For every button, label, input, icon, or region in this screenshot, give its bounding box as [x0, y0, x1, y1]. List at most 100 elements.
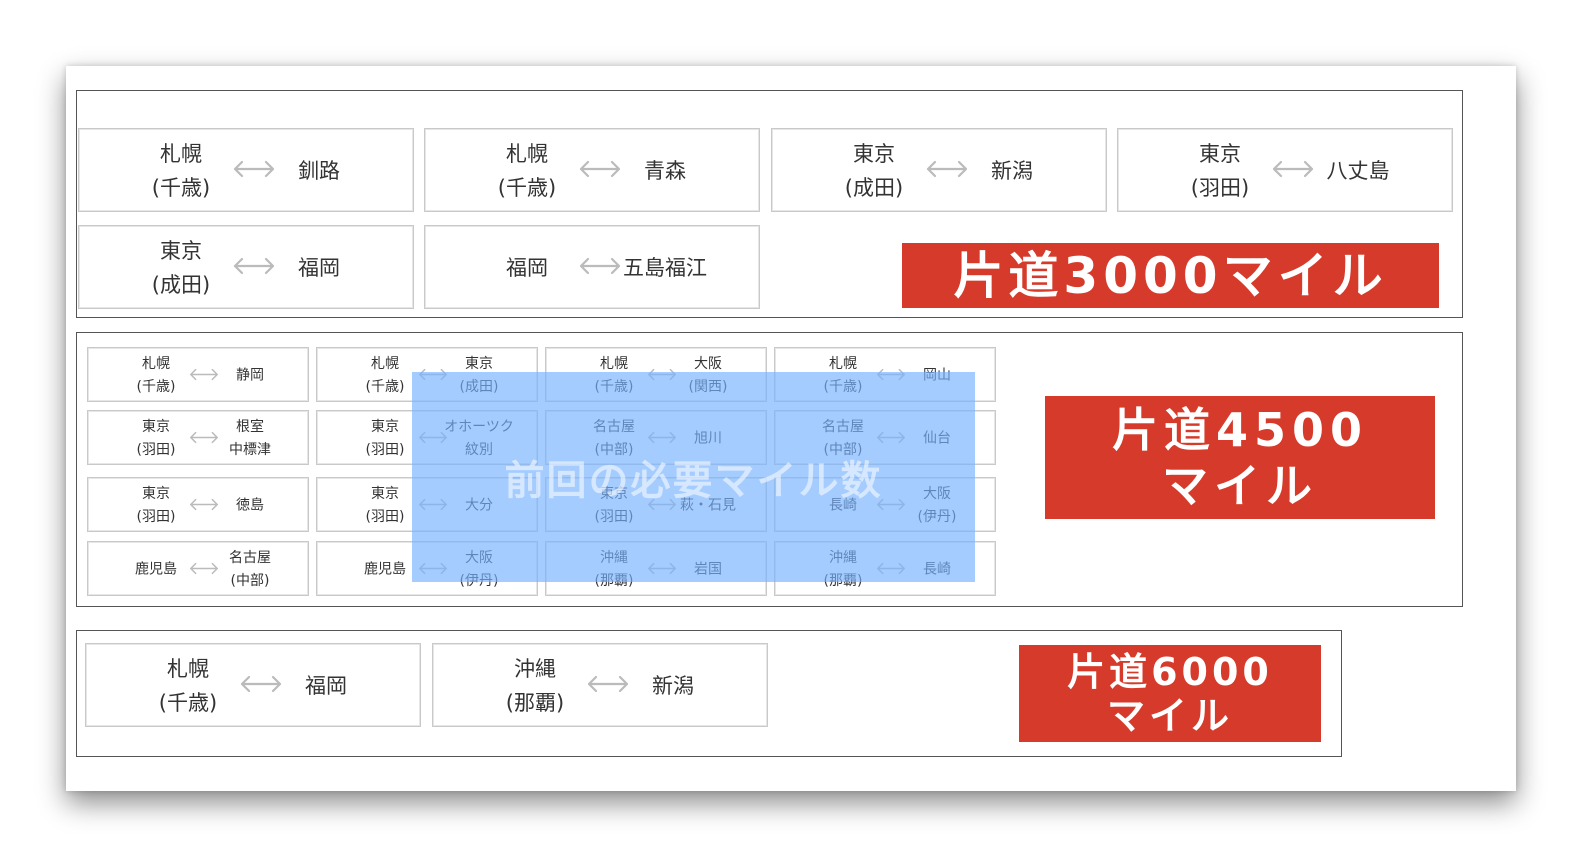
- route-origin-name: 札幌: [159, 142, 202, 166]
- overlay-label: 前回の必要マイル数: [504, 458, 883, 504]
- route-destination: 青森: [644, 154, 686, 188]
- route-destination: 八丈島: [1327, 154, 1390, 188]
- route-destination: 福岡: [305, 669, 347, 703]
- route-origin-airport: (成田): [151, 273, 211, 297]
- route-card: 東京 (羽田) 徳島: [87, 477, 309, 532]
- route-origin: 東京 (羽田): [137, 416, 176, 462]
- route-origin: 東京 (成田): [152, 234, 210, 302]
- route-origin-airport: (羽田): [365, 441, 405, 458]
- route-origin-name: 東京: [852, 142, 895, 166]
- double-arrow-icon: [188, 429, 220, 448]
- route-origin-name: 札幌: [142, 355, 170, 372]
- route-card: 札幌 (千歳) 釧路: [78, 128, 414, 212]
- route-origin-name: 福岡: [506, 256, 548, 280]
- route-origin-name: 札幌: [166, 657, 209, 681]
- route-origin-name: 東京: [142, 485, 170, 502]
- double-arrow-icon: [577, 159, 623, 183]
- route-origin: 鹿児島: [364, 558, 406, 581]
- route-destination-name: 名古屋: [229, 549, 271, 566]
- banner-4500-line2: マイル: [1162, 458, 1318, 513]
- banner-6000-line1: 片道6000: [1067, 649, 1273, 694]
- route-destination-name: 青森: [644, 159, 686, 183]
- route-origin: 東京 (成田): [845, 137, 903, 205]
- route-origin-name: 鹿児島: [364, 561, 406, 577]
- banner-4500: 片道4500 マイル: [1045, 396, 1435, 519]
- route-origin-airport: (千歳): [497, 176, 557, 200]
- route-destination-name: 新潟: [652, 674, 694, 698]
- route-destination: 新潟: [652, 669, 694, 703]
- banner-6000-text: 片道6000 マイル: [1019, 650, 1321, 738]
- route-origin-name: 東京: [1198, 142, 1241, 166]
- double-arrow-icon: [585, 674, 631, 698]
- route-origin: 東京 (羽田): [366, 483, 405, 529]
- route-origin-name: 札幌: [371, 355, 399, 372]
- route-origin-name: 札幌: [505, 142, 548, 166]
- route-origin-airport: (成田): [844, 176, 904, 200]
- banner-4500-text: 片道4500 マイル: [1045, 402, 1435, 514]
- double-arrow-icon: [188, 496, 220, 515]
- route-card: 沖縄 (那覇) 新潟: [432, 643, 768, 727]
- route-origin-name: 東京: [159, 239, 202, 263]
- route-destination-name: 釧路: [298, 159, 340, 183]
- route-destination-airport: 中標津: [229, 441, 271, 458]
- route-card: 札幌 (千歳) 青森: [424, 128, 760, 212]
- route-origin: 東京 (羽田): [1191, 137, 1249, 205]
- route-origin-airport: (千歳): [136, 378, 176, 395]
- route-origin-name: 鹿児島: [135, 561, 177, 577]
- banner-4500-line1: 片道4500: [1111, 402, 1369, 457]
- route-destination-name: 徳島: [236, 497, 264, 513]
- route-destination-airport: (中部): [230, 572, 270, 589]
- banner-6000-line2: マイル: [1106, 693, 1233, 738]
- double-arrow-icon: [577, 256, 623, 280]
- route-origin: 札幌 (千歳): [498, 137, 556, 205]
- route-destination: 徳島: [236, 494, 264, 517]
- route-origin: 札幌 (千歳): [159, 652, 217, 720]
- route-origin-airport: (那覇): [505, 691, 565, 715]
- route-card: 東京 (羽田) 根室中標津: [87, 410, 309, 465]
- banner-6000: 片道6000 マイル: [1019, 645, 1321, 742]
- route-origin-airport: (羽田): [1190, 176, 1250, 200]
- route-origin: 東京 (羽田): [366, 416, 405, 462]
- route-origin: 札幌 (千歳): [152, 137, 210, 205]
- route-destination-name: 五島福江: [623, 256, 707, 280]
- route-destination-name: 八丈島: [1326, 159, 1390, 183]
- route-destination-name: 根室: [236, 418, 264, 435]
- banner-3000-text: 片道3000マイル: [953, 246, 1388, 305]
- route-origin-airport: (羽田): [365, 508, 405, 525]
- route-origin: 沖縄 (那覇): [506, 652, 564, 720]
- route-origin: 福岡: [506, 251, 548, 285]
- double-arrow-icon: [238, 674, 284, 698]
- route-card: 札幌 (千歳) 静岡: [87, 347, 309, 402]
- route-card: 東京 (成田) 新潟: [771, 128, 1107, 212]
- route-destination-name: 福岡: [298, 256, 340, 280]
- double-arrow-icon: [231, 159, 277, 183]
- route-destination: 名古屋 (中部): [229, 547, 271, 593]
- double-arrow-icon: [188, 366, 220, 385]
- double-arrow-icon: [188, 560, 220, 579]
- route-origin-airport: (千歳): [151, 176, 211, 200]
- route-origin-airport: (千歳): [365, 378, 405, 395]
- route-origin-name: 沖縄: [513, 657, 556, 681]
- route-destination: 根室 中標津: [229, 416, 271, 462]
- double-arrow-icon: [1270, 159, 1316, 183]
- banner-3000: 片道3000マイル: [902, 243, 1439, 308]
- route-destination-name: 新潟: [991, 159, 1033, 183]
- route-origin-airport: (千歳): [158, 691, 218, 715]
- route-origin-airport: (羽田): [136, 508, 176, 525]
- route-destination: 釧路: [298, 154, 340, 188]
- route-origin: 東京 (羽田): [137, 483, 176, 529]
- route-card: 東京 (羽田) 八丈島: [1117, 128, 1453, 212]
- route-destination: 五島福江: [623, 251, 707, 285]
- route-card: 札幌 (千歳) 福岡: [85, 643, 421, 727]
- route-card: 鹿児島 名古屋 (中部): [87, 541, 309, 596]
- previous-miles-overlay: 前回の必要マイル数: [412, 372, 975, 582]
- route-origin-airport: (羽田): [136, 441, 176, 458]
- route-destination-name: 静岡: [236, 367, 264, 383]
- route-destination: 福岡: [298, 251, 340, 285]
- route-origin: 鹿児島: [135, 558, 177, 581]
- route-origin-name: 東京: [371, 418, 399, 435]
- double-arrow-icon: [231, 256, 277, 280]
- route-destination-name: 福岡: [305, 674, 347, 698]
- route-destination: 新潟: [991, 154, 1033, 188]
- double-arrow-icon: [924, 159, 970, 183]
